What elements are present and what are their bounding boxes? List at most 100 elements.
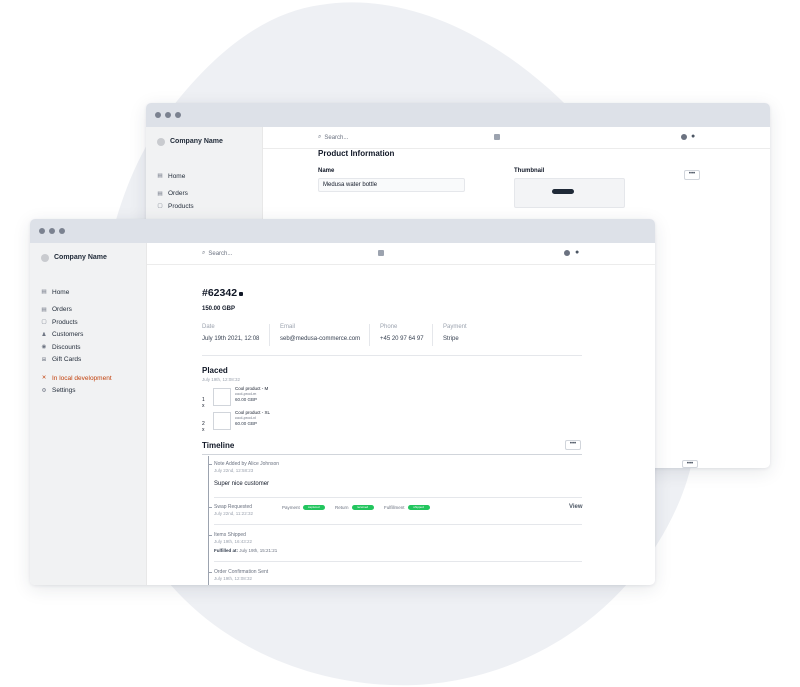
bottle-image bbox=[552, 189, 574, 194]
event-date: July 22nd, 12:58:23 bbox=[214, 468, 254, 473]
help-icon[interactable] bbox=[564, 250, 570, 256]
event-note-added: Note Added by Alice Johnson bbox=[214, 461, 280, 467]
discounts-icon: ◉ bbox=[41, 344, 47, 351]
product-thumbnail bbox=[213, 388, 231, 406]
sidebar-item-local-development[interactable]: ✕ In local development bbox=[41, 372, 112, 385]
event-divider bbox=[214, 561, 582, 562]
sidebar-nav: ▤ Home ▤ Orders ▢ Products ♟ Customers ◉ Disc… bbox=[41, 286, 112, 398]
status-badge: captured bbox=[302, 505, 325, 510]
note-text: Super nice customer bbox=[214, 481, 270, 487]
placed-date: July 19th, 12:08:32 bbox=[202, 377, 241, 382]
minimize-dot[interactable] bbox=[165, 112, 171, 118]
search-input[interactable]: ⌕ Search... bbox=[202, 250, 232, 257]
customers-icon: ♟ bbox=[41, 331, 47, 338]
event-items-shipped: Items Shipped bbox=[214, 532, 246, 538]
company-name: Company Name bbox=[54, 254, 107, 261]
product-thumbnail bbox=[213, 412, 231, 430]
keyboard-shortcut-icon bbox=[494, 134, 500, 140]
topbar: ⌕ Search... ● bbox=[263, 127, 770, 149]
order-total: 150.00 GBP bbox=[202, 306, 236, 312]
search-icon: ⌕ bbox=[318, 134, 322, 140]
help-icon[interactable] bbox=[681, 134, 687, 140]
status-badge: shipped bbox=[407, 505, 430, 510]
order-window: Company Name ▤ Home ▤ Orders ▢ Products ♟ Cu… bbox=[30, 219, 655, 585]
status-badge: received bbox=[351, 505, 374, 510]
products-icon: ▢ bbox=[41, 319, 47, 326]
search-icon: ⌕ bbox=[202, 250, 206, 256]
timeline-divider bbox=[202, 454, 582, 455]
sidebar-item-orders[interactable]: ▤ Orders bbox=[41, 304, 112, 317]
maximize-dot[interactable] bbox=[175, 112, 181, 118]
company-avatar bbox=[157, 137, 165, 146]
home-icon: ▤ bbox=[157, 173, 163, 180]
fulfilled-at: Fulfilled at: July 19th, 15:21:21 bbox=[214, 548, 278, 553]
placed-title: Placed bbox=[202, 366, 228, 375]
sidebar-item-discounts[interactable]: ◉ Discounts bbox=[41, 341, 112, 354]
company-switcher[interactable]: Company Name bbox=[30, 243, 146, 265]
section-divider bbox=[202, 355, 582, 356]
more-actions-button-bottom[interactable]: ••• bbox=[682, 460, 698, 468]
divider bbox=[369, 324, 370, 346]
orders-icon: ▤ bbox=[157, 190, 163, 197]
sidebar-item-home[interactable]: ▤ Home bbox=[157, 170, 194, 183]
products-icon: ▢ bbox=[157, 203, 163, 210]
timeline-title: Timeline bbox=[202, 441, 235, 450]
event-order-confirmation: Order Confirmation Sent bbox=[214, 569, 269, 575]
timeline-tick bbox=[208, 464, 212, 465]
event-date: July 22nd, 11:22:32 bbox=[214, 511, 253, 516]
timeline-more-button[interactable]: ••• bbox=[565, 440, 581, 450]
sidebar-item-gift-cards[interactable]: ⊞ Gift Cards bbox=[41, 354, 112, 367]
event-swap-requested: Swap Requested bbox=[214, 504, 253, 510]
lock-icon bbox=[239, 292, 243, 296]
company-name: Company Name bbox=[170, 138, 223, 145]
event-date: July 19th, 16:43:22 bbox=[214, 539, 253, 544]
company-avatar bbox=[41, 253, 49, 262]
divider bbox=[432, 324, 433, 346]
close-dot[interactable] bbox=[155, 112, 161, 118]
sidebar-item-home[interactable]: ▤ Home bbox=[41, 286, 112, 299]
more-actions-button[interactable]: ••• bbox=[684, 170, 700, 180]
sidebar-item-products[interactable]: ▢ Products bbox=[157, 200, 193, 213]
orders-icon: ▤ bbox=[41, 306, 47, 313]
gift-card-icon: ⊞ bbox=[41, 356, 47, 363]
sidebar-nav: ▤ Home ▤ Orders ▢ Products bbox=[157, 170, 194, 213]
home-icon: ▤ bbox=[41, 289, 47, 296]
order-phone: Phone +45 20 97 64 97 bbox=[380, 324, 424, 342]
minimize-dot[interactable] bbox=[49, 228, 55, 234]
sidebar: Company Name ▤ Home ▤ Orders ▢ Products ♟ Cu… bbox=[30, 243, 147, 585]
company-switcher[interactable]: Company Name bbox=[146, 127, 262, 149]
event-divider bbox=[214, 524, 582, 525]
sidebar-item-settings[interactable]: ⚙ Settings bbox=[41, 385, 112, 398]
gear-icon: ⚙ bbox=[41, 387, 47, 394]
window-titlebar bbox=[146, 103, 770, 127]
return-status: Return received bbox=[335, 505, 374, 510]
keyboard-shortcut-icon bbox=[378, 250, 384, 256]
main-content: ⌕ Search... ● #62342 150.00 GBP Date Jul… bbox=[147, 243, 655, 585]
order-payment: Payment Stripe bbox=[443, 324, 467, 342]
name-label: Name bbox=[318, 168, 335, 174]
payment-status: Payment captured bbox=[282, 505, 325, 510]
sidebar-item-customers[interactable]: ♟ Customers bbox=[41, 329, 112, 342]
order-id: #62342 bbox=[202, 287, 238, 299]
section-title: Product Information bbox=[318, 149, 395, 158]
view-link[interactable]: View bbox=[569, 504, 583, 510]
order-email: Email seb@medusa-commerce.com bbox=[280, 324, 361, 342]
search-input[interactable]: ⌕ Search... bbox=[318, 134, 348, 141]
sidebar-item-orders[interactable]: ▤ Orders bbox=[157, 188, 194, 201]
event-date: July 19th, 12:08:32 bbox=[214, 576, 253, 581]
event-divider bbox=[214, 497, 582, 498]
user-icon[interactable]: ● bbox=[691, 133, 695, 140]
timeline-tick bbox=[208, 507, 212, 508]
user-icon[interactable]: ● bbox=[575, 249, 579, 256]
topbar: ⌕ Search... ● bbox=[147, 243, 655, 265]
maximize-dot[interactable] bbox=[59, 228, 65, 234]
close-icon: ✕ bbox=[41, 375, 47, 382]
sidebar-item-products[interactable]: ▢ Products bbox=[41, 316, 112, 329]
timeline-tick bbox=[208, 535, 212, 536]
divider bbox=[269, 324, 270, 346]
name-field[interactable]: Medusa water bottle bbox=[318, 178, 465, 192]
close-dot[interactable] bbox=[39, 228, 45, 234]
fulfillment-status: Fulfillment shipped bbox=[384, 505, 430, 510]
order-date: Date July 19th 2021, 12:08 bbox=[202, 324, 260, 342]
thumbnail-label: Thumbnail bbox=[514, 168, 545, 174]
